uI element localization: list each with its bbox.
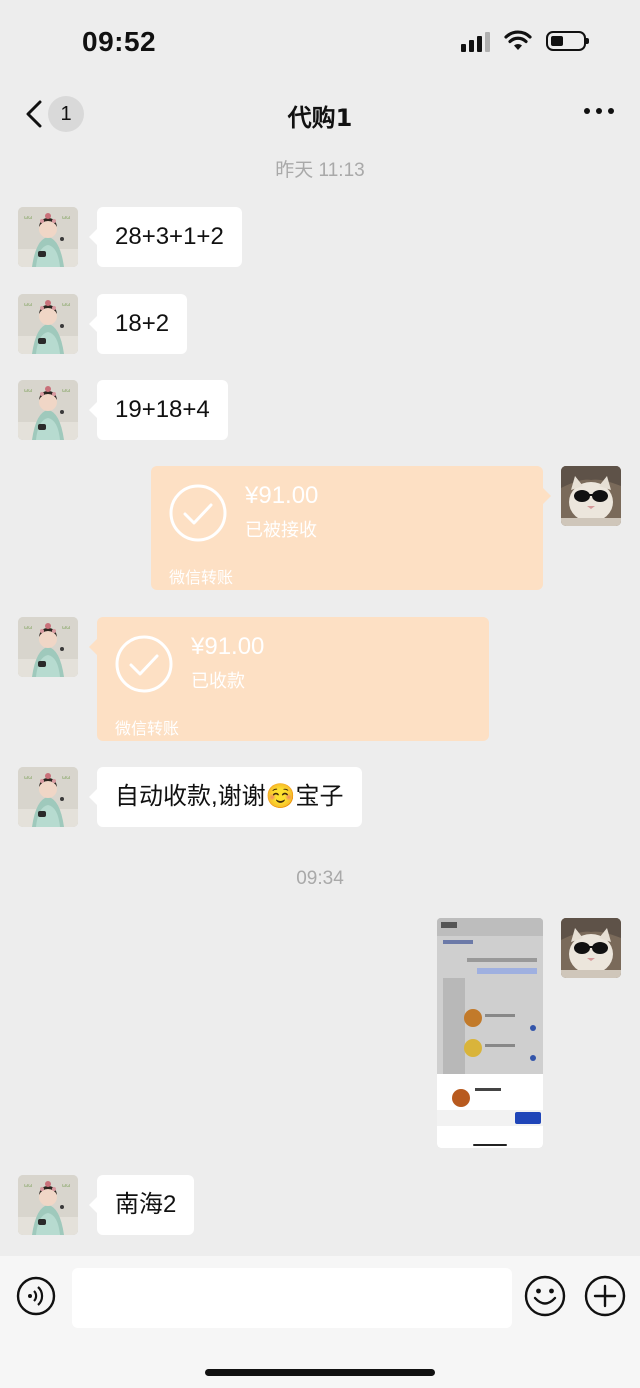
message-bubble[interactable]: 18+2 [88,294,188,354]
transfer-card[interactable]: ¥91.00 已被接收 微信转账 [151,466,551,590]
status-time: 09:52 [82,26,157,57]
contact-avatar[interactable] [18,767,78,827]
cellular-signal-icon [461,30,490,52]
transfer-footer: 微信转账 [169,568,234,587]
transfer-status: 已收款 [191,671,245,692]
more-icon[interactable] [584,108,614,114]
status-bar: 09:52 [0,0,640,88]
message-bubble[interactable]: 28+3+1+2 [89,207,242,267]
transfer-amount: ¥91.00 [191,633,265,660]
my-avatar[interactable] [561,466,621,526]
checkmark-icon [169,484,227,542]
message-bubble[interactable]: 19+18+4 [89,380,228,440]
emoji-icon[interactable] [524,1275,566,1317]
message-bubble[interactable]: 自动收款,谢谢☺️宝子 [89,767,362,827]
battery-icon [546,31,589,51]
image-message-thumbnail[interactable] [437,918,543,1148]
message-input[interactable] [72,1268,512,1328]
transfer-amount: ¥91.00 [245,482,319,509]
chat-header: 1 代购1 [0,88,640,146]
contact-avatar[interactable] [18,294,78,354]
chat-title: 代购1 [287,104,353,132]
wifi-icon [504,30,532,50]
my-avatar[interactable] [561,918,621,978]
contact-avatar[interactable] [18,207,78,267]
checkmark-icon [115,635,173,693]
contact-avatar[interactable] [18,380,78,440]
voice-icon[interactable] [16,1276,56,1316]
transfer-card[interactable]: ¥91.00 已收款 微信转账 [89,617,489,741]
contact-avatar[interactable] [18,1175,78,1235]
contact-avatar[interactable] [18,617,78,677]
timestamp: 昨天 11:13 [275,160,365,181]
transfer-status: 已被接收 [245,520,317,541]
home-indicator [205,1369,435,1376]
message-bubble[interactable]: 南海2 [88,1175,195,1235]
transfer-footer: 微信转账 [115,719,180,738]
timestamp: 09:34 [296,868,344,889]
plus-icon[interactable] [584,1275,626,1317]
